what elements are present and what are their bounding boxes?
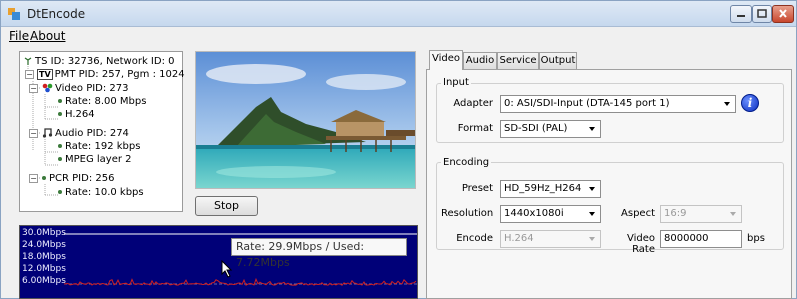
- encode-label: Encode: [456, 233, 493, 244]
- tree-item-pmt[interactable]: TV PMT PID: 257, Pgm : 1024: [37, 68, 185, 81]
- collapse-toggle-pcr[interactable]: −: [29, 174, 38, 183]
- tree-item-audio-codec[interactable]: MPEG layer 2: [58, 153, 132, 166]
- adapter-select[interactable]: 0: ASI/SDI-Input (DTA-145 port 1): [500, 95, 736, 113]
- video-rate-input[interactable]: 8000000: [660, 230, 742, 248]
- maximize-button[interactable]: [752, 5, 772, 23]
- input-group: [436, 83, 784, 143]
- chevron-down-icon: [589, 187, 595, 191]
- tree-label-video-rate: Rate: 8.00 Mbps: [65, 96, 147, 107]
- mouse-cursor-icon: [221, 260, 233, 278]
- aspect-select[interactable]: 16:9: [660, 205, 742, 223]
- leaf-dot-icon: [58, 157, 62, 161]
- tree-label-audio-codec: MPEG layer 2: [65, 154, 132, 165]
- bitrate-tooltip: Rate: 29.9Mbps / Used: 7.72Mbps: [231, 238, 407, 269]
- tree-label-audio: Audio PID: 274: [55, 128, 129, 139]
- music-note-icon: [42, 128, 53, 138]
- tree-item-ts[interactable]: TS ID: 32736, Network ID: 0: [23, 55, 175, 68]
- format-label: Format: [457, 123, 493, 134]
- leaf-dot-icon: [58, 190, 62, 194]
- resolution-select-value: 1440x1080i: [504, 208, 564, 219]
- tree-label-pcr: PCR PID: 256: [49, 173, 115, 184]
- tree-item-pcr-rate[interactable]: Rate: 10.0 kbps: [58, 186, 144, 199]
- tree-item-video-codec[interactable]: H.264: [58, 108, 95, 121]
- aspect-label: Aspect: [621, 208, 655, 219]
- leaf-dot-icon: [58, 112, 62, 116]
- app-icon: [8, 8, 20, 20]
- minimize-button[interactable]: [730, 5, 752, 23]
- collapse-toggle-pmt[interactable]: −: [25, 70, 34, 79]
- tv-icon: TV: [37, 68, 53, 80]
- tree-label-pcr-rate: Rate: 10.0 kbps: [65, 187, 144, 198]
- tree-item-audio-rate[interactable]: Rate: 192 kbps: [58, 140, 140, 153]
- collapse-toggle-audio[interactable]: −: [29, 129, 38, 138]
- encoding-group-title: Encoding: [441, 157, 492, 168]
- leaf-dot-icon: [42, 176, 46, 180]
- window-title: DtEncode: [27, 7, 86, 21]
- info-icon[interactable]: i: [741, 94, 759, 112]
- menu-file[interactable]: File: [9, 29, 29, 43]
- tree-item-video[interactable]: Video PID: 273: [42, 82, 129, 95]
- tree-item-pcr[interactable]: PCR PID: 256: [42, 172, 114, 185]
- video-icon: [42, 83, 53, 93]
- preset-select-value: HD_59Hz_H264: [504, 183, 582, 194]
- tree-label-ts: TS ID: 32736, Network ID: 0: [35, 56, 175, 67]
- tab-service[interactable]: Service: [497, 52, 539, 70]
- tree-label-pmt: PMT PID: 257, Pgm : 1024: [54, 69, 185, 80]
- tree-label-video: Video PID: 273: [55, 83, 129, 94]
- chevron-down-icon: [730, 212, 736, 216]
- video-preview-image: [195, 51, 416, 189]
- chevron-down-icon: [589, 237, 595, 241]
- minimize-icon: [737, 15, 745, 17]
- tab-video[interactable]: Video: [429, 50, 463, 70]
- encode-select-value: H.264: [504, 233, 534, 244]
- antenna-icon: [24, 57, 32, 65]
- close-icon: [779, 9, 787, 18]
- graph-plot: [63, 233, 417, 286]
- leaf-dot-icon: [58, 99, 62, 103]
- preset-label: Preset: [461, 183, 493, 194]
- chevron-down-icon: [724, 102, 730, 106]
- main-window: DtEncode File About TS ID: 32736, Networ…: [0, 0, 797, 299]
- aspect-select-value: 16:9: [664, 208, 687, 219]
- title-bar: DtEncode: [1, 1, 796, 27]
- resolution-select[interactable]: 1440x1080i: [500, 205, 601, 223]
- format-select[interactable]: SD-SDI (PAL): [500, 120, 601, 138]
- menu-about[interactable]: About: [30, 29, 65, 43]
- leaf-dot-icon: [58, 144, 62, 148]
- format-select-value: SD-SDI (PAL): [504, 123, 568, 134]
- tree-label-video-codec: H.264: [65, 109, 95, 120]
- encode-select[interactable]: H.264: [500, 230, 601, 248]
- adapter-label: Adapter: [453, 98, 493, 109]
- chevron-down-icon: [589, 127, 595, 131]
- adapter-select-value: 0: ASI/SDI-Input (DTA-145 port 1): [504, 98, 670, 109]
- maximize-icon: [757, 9, 767, 18]
- tree-item-video-rate[interactable]: Rate: 8.00 Mbps: [58, 95, 146, 108]
- preview-landscape: [196, 52, 415, 188]
- stream-tree[interactable]: TS ID: 32736, Network ID: 0 − TV PMT PID:…: [19, 51, 185, 212]
- menu-bar: File About: [1, 27, 796, 45]
- video-rate-unit: bps: [747, 233, 765, 244]
- bitrate-graph: 30.0Mbps 24.0Mbps 18.0Mbps 12.0Mbps 6.00…: [19, 225, 418, 299]
- close-button[interactable]: [772, 5, 794, 23]
- collapse-toggle-video[interactable]: −: [29, 84, 38, 93]
- tab-output[interactable]: Output: [539, 52, 577, 70]
- video-rate-label: Video Rate: [626, 233, 655, 255]
- stop-button[interactable]: Stop: [195, 196, 258, 216]
- chevron-down-icon: [589, 212, 595, 216]
- resolution-label: Resolution: [441, 208, 494, 219]
- tree-item-audio[interactable]: Audio PID: 274: [42, 127, 129, 140]
- tab-audio[interactable]: Audio: [463, 52, 497, 70]
- input-group-title: Input: [441, 77, 471, 88]
- tree-label-audio-rate: Rate: 192 kbps: [65, 141, 141, 152]
- preset-select[interactable]: HD_59Hz_H264: [500, 180, 601, 198]
